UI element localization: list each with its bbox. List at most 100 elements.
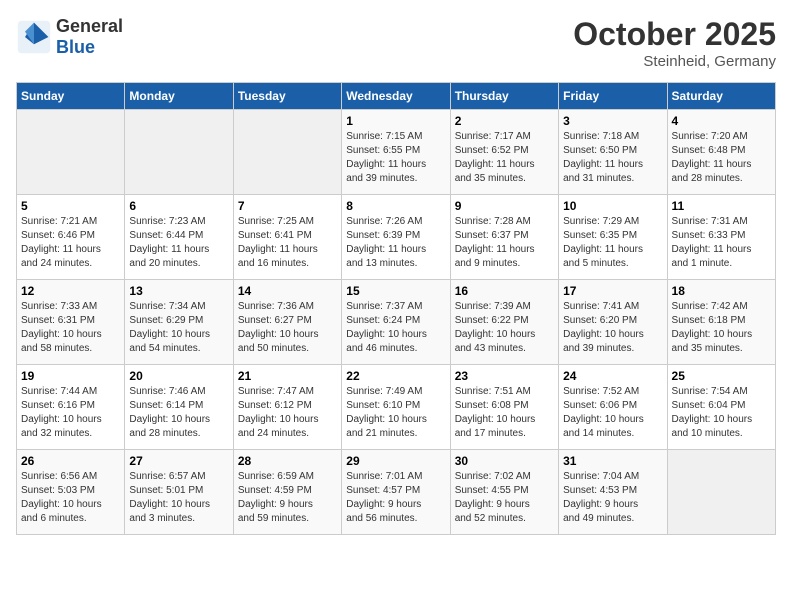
calendar-table: SundayMondayTuesdayWednesdayThursdayFrid… <box>16 82 776 535</box>
day-cell: 29Sunrise: 7:01 AM Sunset: 4:57 PM Dayli… <box>342 450 450 535</box>
day-number: 5 <box>21 199 120 213</box>
day-cell: 4Sunrise: 7:20 AM Sunset: 6:48 PM Daylig… <box>667 110 775 195</box>
day-cell: 18 Sunrise: 7:42 AM Sunset: 6:18 PM Dayli… <box>667 280 775 365</box>
day-number: 6 <box>129 199 228 213</box>
day-info: Sunrise: 7:36 AM Sunset: 6:27 PM Dayligh… <box>238 300 337 356</box>
day-info: Sunrise: 7:41 AM Sunset: 6:20 PM Dayligh… <box>563 300 662 356</box>
days-header-row: SundayMondayTuesdayWednesdayThursdayFrid… <box>17 83 776 110</box>
day-info: Sunrise: 7:26 AM Sunset: 6:39 PM Dayligh… <box>346 215 445 271</box>
col-header-thursday: Thursday <box>450 83 558 110</box>
title-area: October 2025 Steinheid, Germany <box>573 16 776 70</box>
day-info: Sunrise: 7:49 AM Sunset: 6:10 PM Dayligh… <box>346 385 445 441</box>
day-info: Sunrise: 7:20 AM Sunset: 6:48 PM Dayligh… <box>672 130 771 186</box>
day-cell: 22Sunrise: 7:49 AM Sunset: 6:10 PM Dayli… <box>342 365 450 450</box>
day-number: 24 <box>563 369 662 383</box>
day-cell: 31Sunrise: 7:04 AM Sunset: 4:53 PM Dayli… <box>559 450 667 535</box>
day-cell: 23 Sunrise: 7:51 AM Sunset: 6:08 PM Dayli… <box>450 365 558 450</box>
day-number: 20 <box>129 369 228 383</box>
week-row-2: 12 Sunrise: 7:33 AM Sunset: 6:31 PM Dayli… <box>17 280 776 365</box>
day-info: Sunrise: 6:57 AM Sunset: 5:01 PM Dayligh… <box>129 470 228 526</box>
day-cell: 30 Sunrise: 7:02 AM Sunset: 4:55 PM Dayli… <box>450 450 558 535</box>
month-title: October 2025 <box>573 16 776 53</box>
day-info: Sunrise: 6:56 AM Sunset: 5:03 PM Dayligh… <box>21 470 120 526</box>
day-info: Sunrise: 7:28 AM Sunset: 6:37 PM Dayligh… <box>455 215 554 271</box>
day-cell: 20 Sunrise: 7:46 AM Sunset: 6:14 PM Dayli… <box>125 365 233 450</box>
day-number: 19 <box>21 369 120 383</box>
day-cell: 19 Sunrise: 7:44 AM Sunset: 6:16 PM Dayli… <box>17 365 125 450</box>
day-number: 25 <box>672 369 771 383</box>
day-number: 23 <box>455 369 554 383</box>
day-info: Sunrise: 7:34 AM Sunset: 6:29 PM Dayligh… <box>129 300 228 356</box>
day-cell: 8 Sunrise: 7:26 AM Sunset: 6:39 PM Daylig… <box>342 195 450 280</box>
day-cell: 7 Sunrise: 7:25 AM Sunset: 6:41 PM Daylig… <box>233 195 341 280</box>
day-cell: 25 Sunrise: 7:54 AM Sunset: 6:04 PM Dayli… <box>667 365 775 450</box>
day-cell: 24 Sunrise: 7:52 AM Sunset: 6:06 PM Dayli… <box>559 365 667 450</box>
day-number: 18 <box>672 284 771 298</box>
day-number: 12 <box>21 284 120 298</box>
day-cell: 28Sunrise: 6:59 AM Sunset: 4:59 PM Dayli… <box>233 450 341 535</box>
day-cell: 1Sunrise: 7:15 AM Sunset: 6:55 PM Daylig… <box>342 110 450 195</box>
day-info: Sunrise: 7:51 AM Sunset: 6:08 PM Dayligh… <box>455 385 554 441</box>
day-cell: 2Sunrise: 7:17 AM Sunset: 6:52 PM Daylig… <box>450 110 558 195</box>
day-cell <box>17 110 125 195</box>
day-info: Sunrise: 7:54 AM Sunset: 6:04 PM Dayligh… <box>672 385 771 441</box>
day-cell: 14Sunrise: 7:36 AM Sunset: 6:27 PM Dayli… <box>233 280 341 365</box>
week-row-0: 1Sunrise: 7:15 AM Sunset: 6:55 PM Daylig… <box>17 110 776 195</box>
day-info: Sunrise: 7:44 AM Sunset: 6:16 PM Dayligh… <box>21 385 120 441</box>
day-cell: 15 Sunrise: 7:37 AM Sunset: 6:24 PM Dayli… <box>342 280 450 365</box>
day-cell: 5 Sunrise: 7:21 AM Sunset: 6:46 PM Daylig… <box>17 195 125 280</box>
logo: General Blue <box>16 16 123 58</box>
day-cell: 3Sunrise: 7:18 AM Sunset: 6:50 PM Daylig… <box>559 110 667 195</box>
col-header-sunday: Sunday <box>17 83 125 110</box>
day-info: Sunrise: 7:18 AM Sunset: 6:50 PM Dayligh… <box>563 130 662 186</box>
day-number: 17 <box>563 284 662 298</box>
day-info: Sunrise: 7:47 AM Sunset: 6:12 PM Dayligh… <box>238 385 337 441</box>
day-cell: 26 Sunrise: 6:56 AM Sunset: 5:03 PM Dayli… <box>17 450 125 535</box>
location-title: Steinheid, Germany <box>573 53 776 70</box>
day-info: Sunrise: 7:42 AM Sunset: 6:18 PM Dayligh… <box>672 300 771 356</box>
day-info: Sunrise: 7:46 AM Sunset: 6:14 PM Dayligh… <box>129 385 228 441</box>
day-cell: 27 Sunrise: 6:57 AM Sunset: 5:01 PM Dayli… <box>125 450 233 535</box>
day-info: Sunrise: 7:52 AM Sunset: 6:06 PM Dayligh… <box>563 385 662 441</box>
col-header-wednesday: Wednesday <box>342 83 450 110</box>
day-number: 29 <box>346 454 445 468</box>
day-info: Sunrise: 7:23 AM Sunset: 6:44 PM Dayligh… <box>129 215 228 271</box>
week-row-1: 5 Sunrise: 7:21 AM Sunset: 6:46 PM Daylig… <box>17 195 776 280</box>
day-number: 30 <box>455 454 554 468</box>
day-cell: 10Sunrise: 7:29 AM Sunset: 6:35 PM Dayli… <box>559 195 667 280</box>
day-info: Sunrise: 7:39 AM Sunset: 6:22 PM Dayligh… <box>455 300 554 356</box>
week-row-4: 26 Sunrise: 6:56 AM Sunset: 5:03 PM Dayli… <box>17 450 776 535</box>
day-info: Sunrise: 7:37 AM Sunset: 6:24 PM Dayligh… <box>346 300 445 356</box>
day-cell <box>667 450 775 535</box>
day-cell: 16Sunrise: 7:39 AM Sunset: 6:22 PM Dayli… <box>450 280 558 365</box>
day-info: Sunrise: 7:31 AM Sunset: 6:33 PM Dayligh… <box>672 215 771 271</box>
col-header-friday: Friday <box>559 83 667 110</box>
day-info: Sunrise: 6:59 AM Sunset: 4:59 PM Dayligh… <box>238 470 337 526</box>
logo-icon <box>16 19 52 55</box>
day-info: Sunrise: 7:04 AM Sunset: 4:53 PM Dayligh… <box>563 470 662 526</box>
day-cell: 17 Sunrise: 7:41 AM Sunset: 6:20 PM Dayli… <box>559 280 667 365</box>
day-number: 9 <box>455 199 554 213</box>
day-number: 13 <box>129 284 228 298</box>
page-header: General Blue October 2025 Steinheid, Ger… <box>16 16 776 70</box>
day-cell: 9 Sunrise: 7:28 AM Sunset: 6:37 PM Daylig… <box>450 195 558 280</box>
day-info: Sunrise: 7:25 AM Sunset: 6:41 PM Dayligh… <box>238 215 337 271</box>
day-cell: 6 Sunrise: 7:23 AM Sunset: 6:44 PM Daylig… <box>125 195 233 280</box>
day-number: 15 <box>346 284 445 298</box>
logo-blue: Blue <box>56 37 123 58</box>
day-number: 27 <box>129 454 228 468</box>
day-info: Sunrise: 7:21 AM Sunset: 6:46 PM Dayligh… <box>21 215 120 271</box>
week-row-3: 19 Sunrise: 7:44 AM Sunset: 6:16 PM Dayli… <box>17 365 776 450</box>
logo-general: General <box>56 16 123 37</box>
col-header-saturday: Saturday <box>667 83 775 110</box>
day-number: 11 <box>672 199 771 213</box>
day-number: 21 <box>238 369 337 383</box>
day-number: 8 <box>346 199 445 213</box>
day-cell <box>233 110 341 195</box>
day-info: Sunrise: 7:33 AM Sunset: 6:31 PM Dayligh… <box>21 300 120 356</box>
day-info: Sunrise: 7:02 AM Sunset: 4:55 PM Dayligh… <box>455 470 554 526</box>
day-number: 7 <box>238 199 337 213</box>
day-info: Sunrise: 7:15 AM Sunset: 6:55 PM Dayligh… <box>346 130 445 186</box>
day-number: 26 <box>21 454 120 468</box>
col-header-monday: Monday <box>125 83 233 110</box>
